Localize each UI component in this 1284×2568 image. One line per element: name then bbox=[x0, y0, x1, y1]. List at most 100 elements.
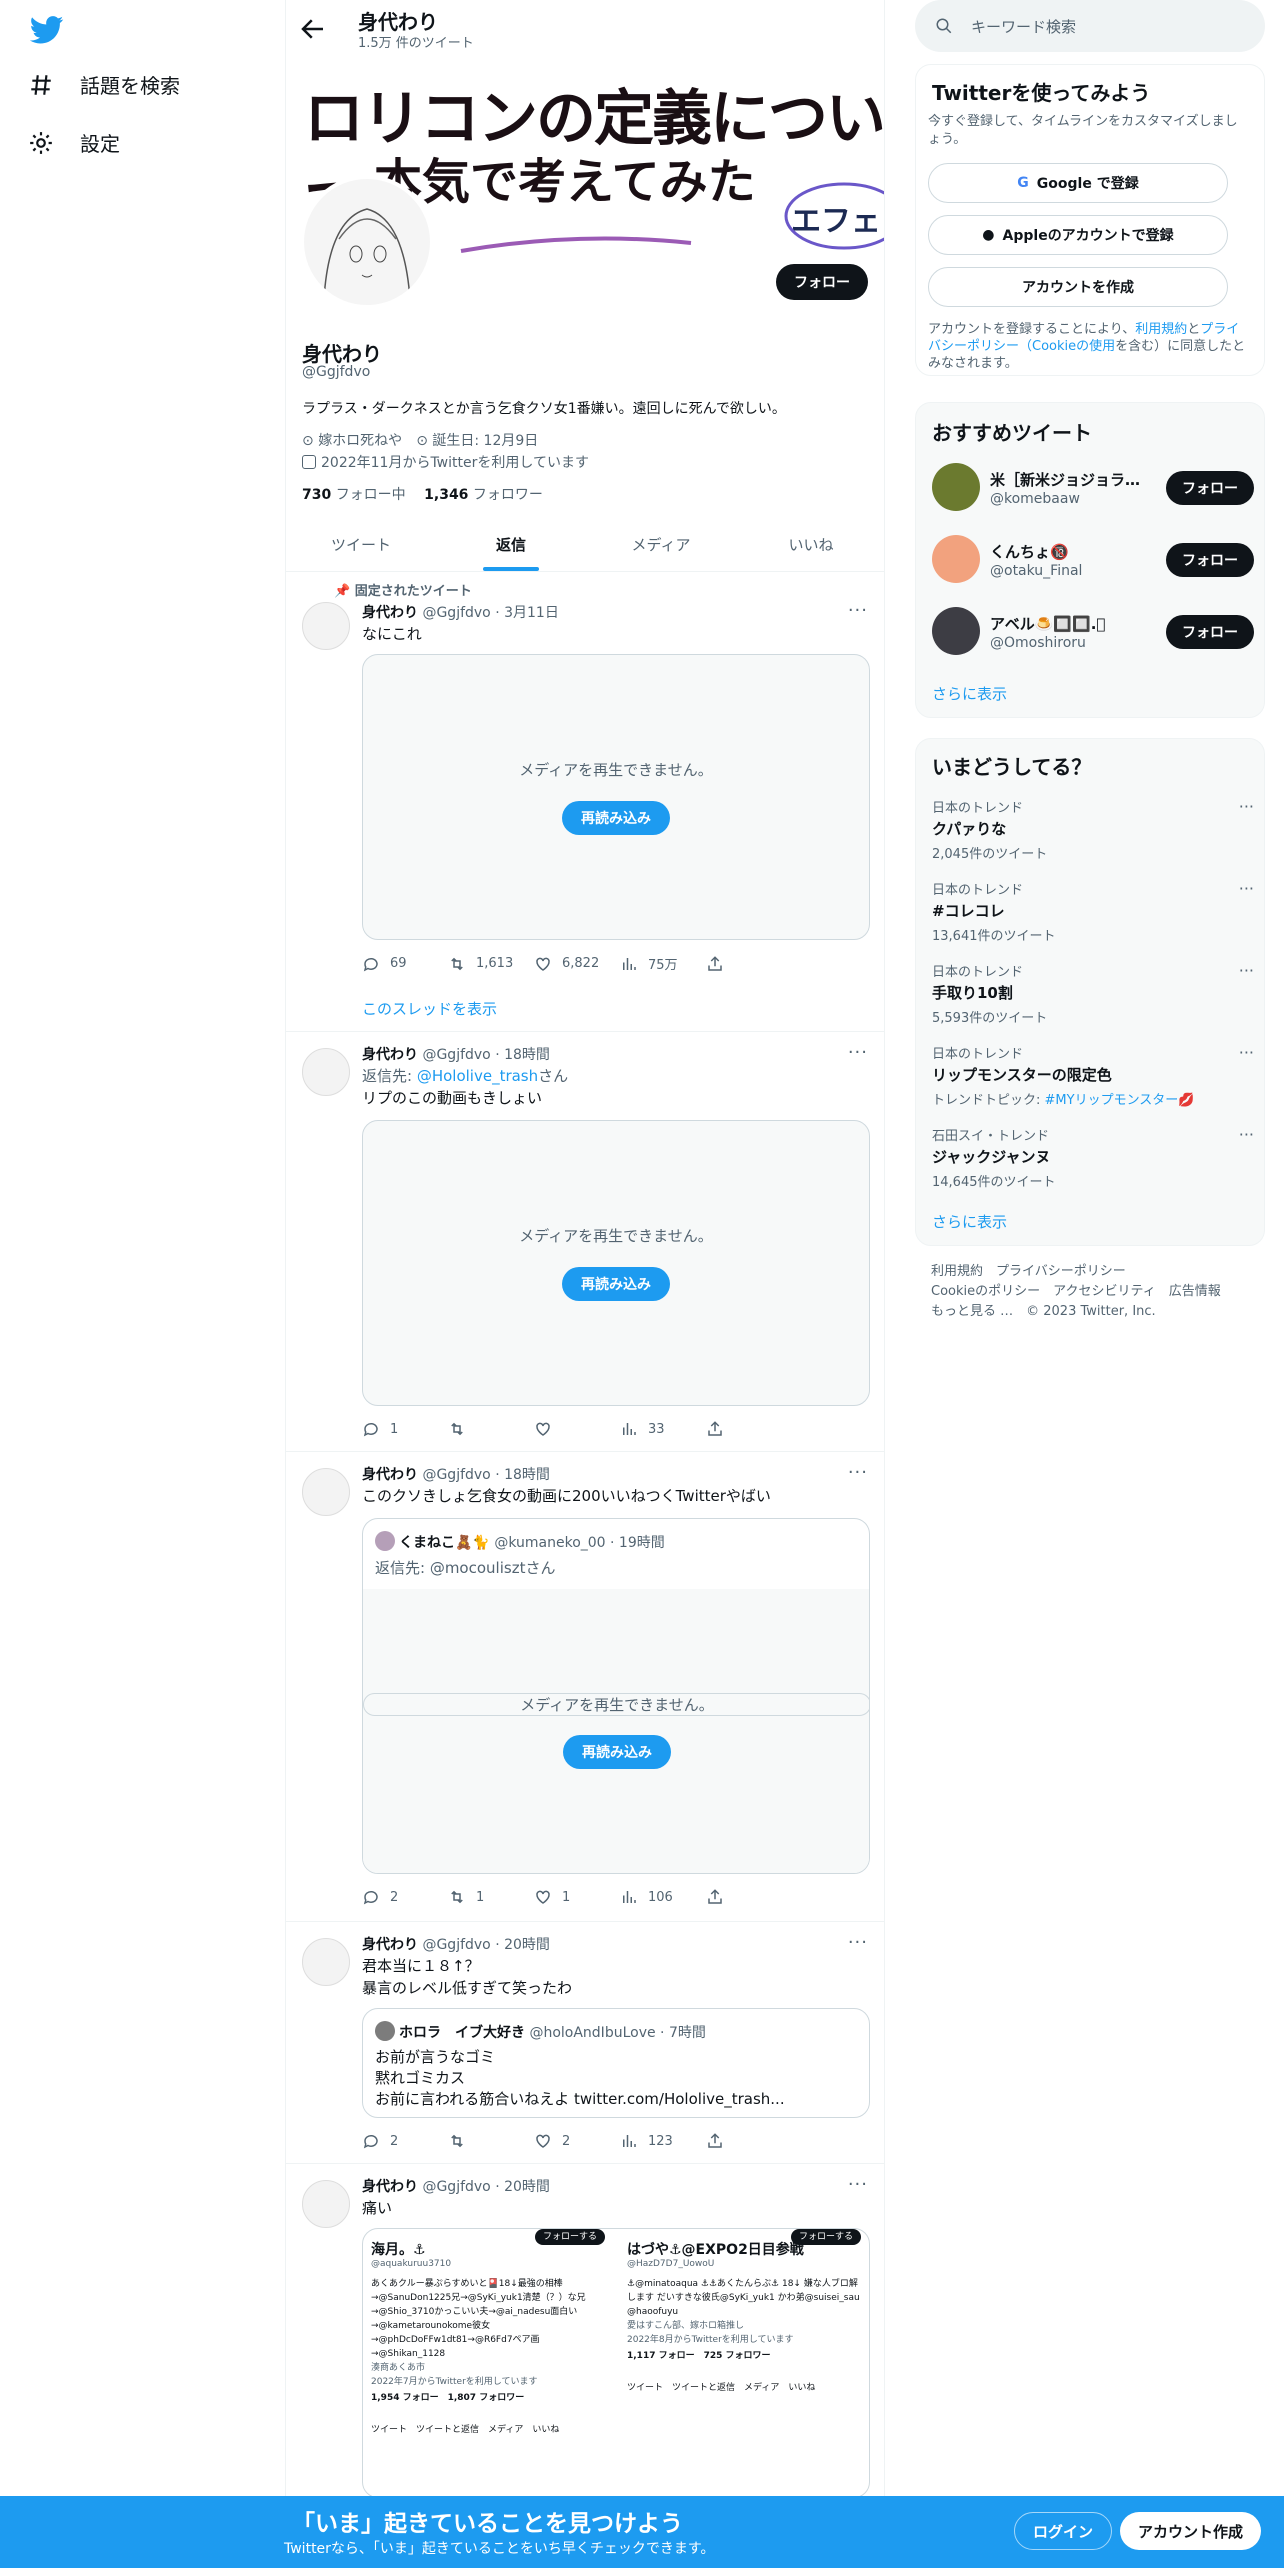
avatar[interactable] bbox=[932, 607, 980, 655]
views-button[interactable]: 33 bbox=[620, 1420, 706, 1438]
profile-name: 身代わり bbox=[302, 342, 382, 366]
trend-item[interactable]: 日本のトレンド リップモンスターの限定色 トレンドトピック: #MYリップモンスター… bbox=[932, 1043, 1254, 1108]
retweet-button[interactable]: 1,613 bbox=[448, 954, 534, 973]
reply-button[interactable]: 2 bbox=[362, 2132, 448, 2150]
recommended-user[interactable]: 米［新米ジョジョラ… @komebaaw フォロー bbox=[932, 463, 1254, 515]
reply-button[interactable]: 2 bbox=[362, 1888, 448, 1906]
avatar[interactable] bbox=[932, 463, 980, 511]
more-icon[interactable]: ··· bbox=[1239, 797, 1254, 816]
trends-more-link[interactable]: さらに表示 bbox=[932, 1211, 1007, 1232]
author-name[interactable]: 身代わり bbox=[362, 1467, 418, 1483]
more-icon[interactable]: ··· bbox=[1239, 961, 1254, 980]
followers-link[interactable]: 1,346 フォロワー bbox=[424, 487, 543, 503]
more-icon[interactable]: ··· bbox=[848, 1042, 868, 1063]
quote-header: くまねこ🧸🐈 @kumaneko_00 · 19時間 bbox=[375, 1531, 665, 1552]
trend-topic-link[interactable]: #MYリップモンスター💋 bbox=[1045, 1093, 1195, 1108]
reload-button[interactable]: 再読み込み bbox=[562, 801, 670, 835]
tweet-meta[interactable]: @Ggjfdvo · 20時間 bbox=[422, 1937, 549, 1953]
trend-item[interactable]: 日本のトレンド 手取り10割 5,593件のツイート ··· bbox=[932, 961, 1254, 1026]
quoted-tweet[interactable]: ホロラ イブ大好き @holoAndIbuLove · 7時間 お前が言うなゴミ… bbox=[362, 2008, 870, 2118]
share-button[interactable] bbox=[706, 1888, 792, 1906]
share-button[interactable] bbox=[706, 954, 792, 973]
views-button[interactable]: 123 bbox=[620, 2132, 706, 2150]
tweet-meta[interactable]: @Ggjfdvo · 20時間 bbox=[422, 2179, 549, 2195]
reload-button[interactable]: 再読み込み bbox=[563, 1735, 671, 1769]
retweet-button[interactable] bbox=[448, 2132, 534, 2150]
tweet-pinned[interactable]: 📌 固定されたツイート 身代わり @Ggjfdvo · 3月11日 ··· なに… bbox=[286, 572, 884, 1032]
retweet-button[interactable]: 1 bbox=[448, 1888, 534, 1906]
trends-title: いまどうしてる？ bbox=[932, 755, 1092, 779]
reply-to-user-link[interactable]: @Hololive_trash bbox=[417, 1067, 538, 1085]
more-icon[interactable]: ··· bbox=[1239, 1043, 1254, 1062]
avatar[interactable] bbox=[932, 535, 980, 583]
tweet-meta[interactable]: @Ggjfdvo · 18時間 bbox=[422, 1047, 549, 1063]
follow-button[interactable]: フォロー bbox=[776, 264, 868, 300]
recommended-user[interactable]: アベル🍮🔲🔲.ﾟ @Omoshiroru フォロー bbox=[932, 607, 1254, 659]
author-name[interactable]: 身代わり bbox=[362, 2179, 418, 2195]
share-button[interactable] bbox=[706, 2132, 792, 2150]
avatar[interactable] bbox=[302, 602, 350, 650]
like-button[interactable]: 6,822 bbox=[534, 954, 620, 973]
like-button[interactable] bbox=[534, 1420, 620, 1438]
footer-links-2[interactable]: Cookieのポリシー アクセシビリティ 広告情報 bbox=[931, 1282, 1221, 1302]
signup-button[interactable]: アカウント作成 bbox=[1120, 2512, 1262, 2550]
terms-link[interactable]: 利用規約 bbox=[1135, 322, 1187, 337]
nav-explore[interactable]: 話題を検索 bbox=[28, 70, 180, 99]
tab-media[interactable]: メディア bbox=[586, 516, 736, 571]
tweet-meta[interactable]: @Ggjfdvo · 18時間 bbox=[422, 1467, 549, 1483]
more-icon[interactable]: ··· bbox=[848, 2174, 868, 2195]
search-input[interactable]: キーワード検索 bbox=[915, 0, 1265, 52]
follow-button[interactable]: フォロー bbox=[1166, 615, 1254, 649]
apple-signup-button[interactable]: ● Appleのアカウントで登録 bbox=[928, 215, 1228, 255]
like-button[interactable]: 2 bbox=[534, 2132, 620, 2150]
more-icon[interactable]: ··· bbox=[1239, 879, 1254, 898]
tweet-item[interactable]: 身代わり @Ggjfdvo · 18時間 ··· このクソきしょ乞食女の動画に2… bbox=[286, 1452, 884, 1922]
author-name[interactable]: 身代わり bbox=[362, 1047, 418, 1063]
nav-settings[interactable]: 設定 bbox=[28, 128, 120, 157]
tweet-item[interactable]: 身代わり @Ggjfdvo · 18時間 ··· 返信先: @Hololive_… bbox=[286, 1032, 884, 1452]
reply-button[interactable]: 1 bbox=[362, 1420, 448, 1438]
views-button[interactable]: 106 bbox=[620, 1888, 706, 1906]
avatar[interactable] bbox=[302, 1468, 350, 1516]
more-icon[interactable]: ··· bbox=[848, 600, 868, 621]
recommended-user[interactable]: くんちょ🔞 @otaku_Final フォロー bbox=[932, 535, 1254, 587]
footer-links-3[interactable]: もっと見る … © 2023 Twitter, Inc. bbox=[931, 1302, 1221, 1322]
trend-item[interactable]: 日本のトレンド #コレコレ 13,641件のツイート ··· bbox=[932, 879, 1254, 944]
avatar[interactable] bbox=[302, 2180, 350, 2228]
back-arrow-icon[interactable] bbox=[298, 14, 328, 44]
profile-avatar[interactable] bbox=[300, 175, 434, 309]
tweet-image[interactable]: フォローする 海月。⚓ @aquakuruu3710 あくあクルー暴ぷらすめいと… bbox=[362, 2228, 870, 2498]
google-signup-button[interactable]: G Google で登録 bbox=[928, 163, 1228, 203]
more-icon[interactable]: ··· bbox=[1239, 1125, 1254, 1144]
twitter-logo-icon[interactable] bbox=[30, 16, 64, 44]
tab-replies[interactable]: 返信 bbox=[436, 516, 586, 571]
avatar[interactable] bbox=[302, 1938, 350, 1986]
trend-item[interactable]: 石田スイ・トレンド ジャックジャンヌ 14,645件のツイート ··· bbox=[932, 1125, 1254, 1190]
show-thread-link[interactable]: このスレッドを表示 bbox=[362, 998, 497, 1019]
author-name[interactable]: 身代わり bbox=[362, 605, 418, 621]
follow-button[interactable]: フォロー bbox=[1166, 543, 1254, 577]
share-button[interactable] bbox=[706, 1420, 792, 1438]
quoted-tweet[interactable]: くまねこ🧸🐈 @kumaneko_00 · 19時間 返信先: @mocouli… bbox=[362, 1518, 870, 1874]
create-account-button[interactable]: アカウントを作成 bbox=[928, 267, 1228, 307]
author-name[interactable]: 身代わり bbox=[362, 1937, 418, 1953]
tab-likes[interactable]: いいね bbox=[736, 516, 884, 571]
views-button[interactable]: 75万 bbox=[620, 954, 706, 973]
reply-button[interactable]: 69 bbox=[362, 954, 448, 973]
tweet-item[interactable]: 身代わり @Ggjfdvo · 20時間 ··· 君本当に１８↑？ 暴言のレベル… bbox=[286, 1922, 884, 2164]
follow-button[interactable]: フォロー bbox=[1166, 471, 1254, 505]
more-icon[interactable]: ··· bbox=[848, 1462, 868, 1483]
more-icon[interactable]: ··· bbox=[848, 1932, 868, 1953]
trend-item[interactable]: 日本のトレンド クパァりな 2,045件のツイート ··· bbox=[932, 797, 1254, 862]
recommend-more-link[interactable]: さらに表示 bbox=[932, 683, 1007, 704]
reload-button[interactable]: 再読み込み bbox=[562, 1267, 670, 1301]
profile-tabs: ツイート 返信 メディア いいね bbox=[286, 516, 884, 572]
tab-tweets[interactable]: ツイート bbox=[286, 516, 436, 571]
like-button[interactable]: 1 bbox=[534, 1888, 620, 1906]
avatar[interactable] bbox=[302, 1048, 350, 1096]
tweet-meta[interactable]: @Ggjfdvo · 3月11日 bbox=[422, 605, 558, 621]
footer-links-1[interactable]: 利用規約 プライバシーポリシー bbox=[931, 1262, 1221, 1282]
following-link[interactable]: 730 フォロー中 bbox=[302, 487, 406, 503]
login-button[interactable]: ログイン bbox=[1014, 2512, 1113, 2550]
retweet-button[interactable] bbox=[448, 1420, 534, 1438]
